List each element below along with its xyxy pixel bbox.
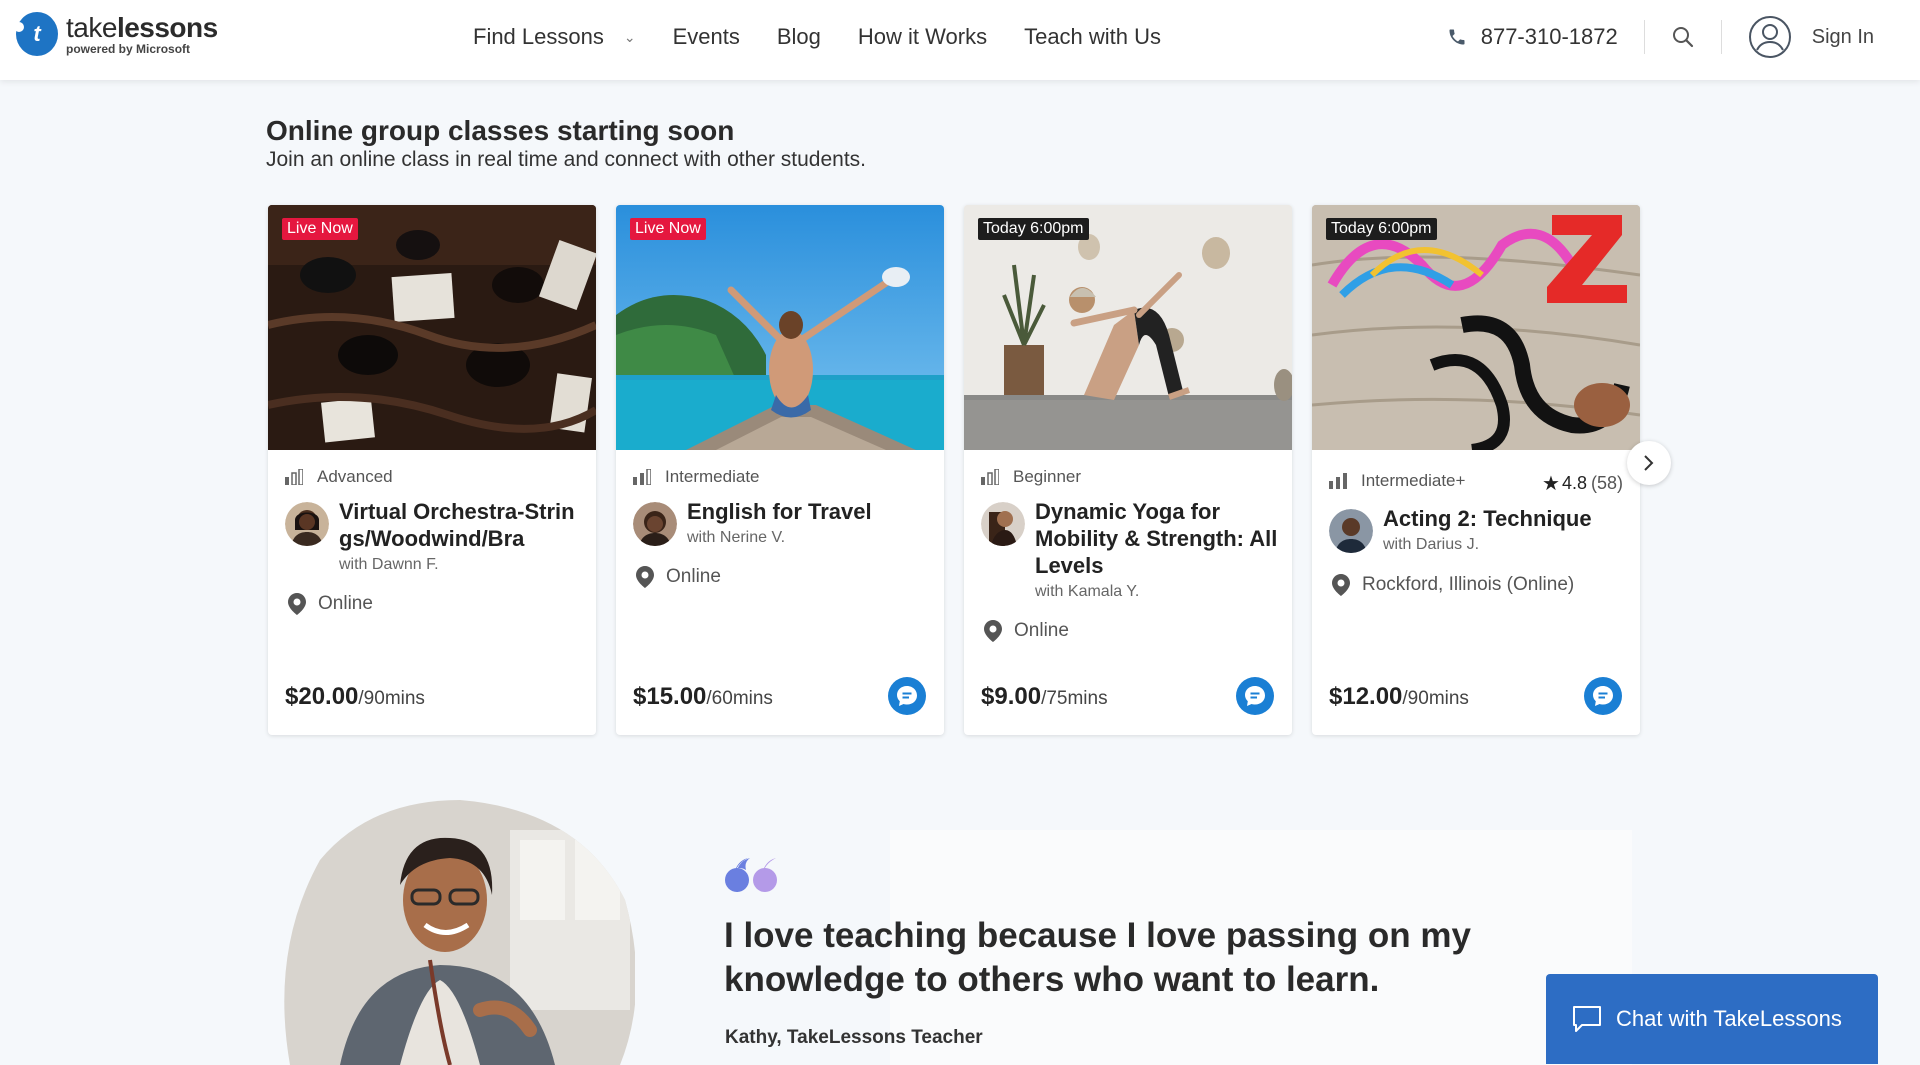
teacher-photo xyxy=(284,800,635,1065)
class-image-english-travel: Live Now xyxy=(616,205,944,450)
class-price: $12.00/90mins xyxy=(1329,683,1469,710)
avatar xyxy=(633,502,677,546)
class-info: Virtual Orchestra-Strings/Woodwind/Bra w… xyxy=(285,498,589,574)
message-icon[interactable] xyxy=(1584,677,1622,715)
status-badge: Today 6:00pm xyxy=(978,218,1089,240)
testimonial-author: Kathy, TakeLessons Teacher xyxy=(725,1027,983,1048)
carousel-next-button[interactable] xyxy=(1627,441,1671,485)
teacher-name: with Nerine V. xyxy=(687,529,786,546)
class-location: Rockford, Illinois (Online) xyxy=(1332,574,1574,596)
chat-button[interactable]: Chat with TakeLessons xyxy=(1546,974,1878,1064)
location-pin-icon xyxy=(288,593,306,615)
class-price: $9.00/75mins xyxy=(981,683,1108,710)
class-image-orchestra: Live Now xyxy=(268,205,596,450)
level-bars-icon xyxy=(981,469,999,485)
testimonial-quote: I love teaching because I love passing o… xyxy=(724,916,1471,999)
class-info: Dynamic Yoga for Mobility & Strength: Al… xyxy=(981,498,1285,601)
class-image-acting-2: Today 6:00pm xyxy=(1312,205,1640,450)
class-rating: ★ 4.8 (58) xyxy=(1542,473,1623,495)
level-bars-icon xyxy=(633,469,651,485)
class-location: Online xyxy=(984,620,1069,642)
class-title[interactable]: Dynamic Yoga for Mobility & Strength: Al… xyxy=(1035,498,1285,579)
divider xyxy=(1720,20,1722,54)
class-level: Advanced xyxy=(285,467,393,487)
chat-label: Chat with TakeLessons xyxy=(1616,1006,1842,1031)
nav-find-lessons[interactable]: Find Lessons ⌄ xyxy=(473,24,636,50)
chevron-down-icon[interactable]: ⌄ xyxy=(624,29,636,46)
class-title[interactable]: Virtual Orchestra-Strings/Woodwind/Bra xyxy=(339,498,584,552)
sign-in-link[interactable]: Sign In xyxy=(1812,26,1874,49)
class-card-orchestra[interactable]: Live Now Advanced Virtual Orchestra-Stri… xyxy=(268,205,596,735)
teacher-name: with Darius J. xyxy=(1383,536,1480,553)
location-pin-icon xyxy=(984,620,1002,642)
class-card-dynamic-yoga[interactable]: Today 6:00pm Beginner Dynamic Yoga for M… xyxy=(964,205,1292,735)
class-level: Intermediate+ xyxy=(1329,471,1465,491)
star-icon: ★ xyxy=(1542,473,1560,495)
nav-events[interactable]: Events xyxy=(673,24,740,50)
phone-number[interactable]: 877-310-1872 xyxy=(1481,24,1618,50)
quote-icon xyxy=(725,858,777,892)
class-price: $20.00/90mins xyxy=(285,683,425,710)
nav-teach-with-us[interactable]: Teach with Us xyxy=(1024,24,1161,50)
class-info: Acting 2: Technique with Darius J. xyxy=(1329,505,1633,554)
teacher-name: with Kamala Y. xyxy=(1035,583,1140,600)
class-location: Online xyxy=(288,593,373,615)
class-card-acting-2[interactable]: Today 6:00pm Intermediate+ ★ 4.8 (58) Ac… xyxy=(1312,205,1640,735)
class-level: Intermediate xyxy=(633,467,760,487)
main-nav: Find Lessons ⌄ Events Blog How it Works … xyxy=(473,0,1198,74)
class-level: Beginner xyxy=(981,467,1081,487)
avatar xyxy=(1329,509,1373,553)
message-icon[interactable] xyxy=(1236,677,1274,715)
logo-name: takelessons xyxy=(66,11,218,43)
user-icon[interactable] xyxy=(1748,15,1792,59)
class-title[interactable]: English for Travel xyxy=(687,498,937,525)
header-actions: 877-310-1872 Sign In xyxy=(1447,0,1874,74)
logo-tagline: powered by Microsoft xyxy=(66,41,191,56)
avatar xyxy=(285,502,329,546)
section-title: Online group classes starting soon xyxy=(266,115,735,146)
class-image-dynamic-yoga: Today 6:00pm xyxy=(964,205,1292,450)
class-carousel: Live Now Advanced Virtual Orchestra-Stri… xyxy=(268,205,1640,735)
class-price: $15.00/60mins xyxy=(633,683,773,710)
takelessons-logo[interactable]: t takelessons powered by Microsoft xyxy=(14,11,218,56)
avatar xyxy=(981,502,1025,546)
location-pin-icon xyxy=(1332,574,1350,596)
level-bars-icon xyxy=(285,469,303,485)
class-location: Online xyxy=(636,566,721,588)
status-badge: Live Now xyxy=(630,218,706,240)
nav-blog[interactable]: Blog xyxy=(777,24,821,50)
location-pin-icon xyxy=(636,566,654,588)
site-header: t takelessons powered by Microsoft Find … xyxy=(0,0,1920,80)
divider xyxy=(1643,20,1645,54)
level-bars-icon xyxy=(1329,473,1347,489)
status-badge: Today 6:00pm xyxy=(1326,218,1437,240)
phone-icon xyxy=(1449,29,1465,45)
logo-mark-icon: t xyxy=(14,12,58,56)
chat-bubble-icon xyxy=(1573,1006,1601,1032)
class-card-english-travel[interactable]: Live Now Intermediate English for Travel… xyxy=(616,205,944,735)
message-icon[interactable] xyxy=(888,677,926,715)
teacher-name: with Dawnn F. xyxy=(339,556,439,573)
chevron-right-icon xyxy=(1644,455,1654,471)
section-subtitle: Join an online class in real time and co… xyxy=(266,148,867,171)
nav-how-it-works[interactable]: How it Works xyxy=(858,24,987,50)
class-info: English for Travel with Nerine V. xyxy=(633,498,937,547)
status-badge: Live Now xyxy=(282,218,358,240)
class-title[interactable]: Acting 2: Technique xyxy=(1383,505,1633,532)
search-icon[interactable] xyxy=(1671,25,1695,49)
